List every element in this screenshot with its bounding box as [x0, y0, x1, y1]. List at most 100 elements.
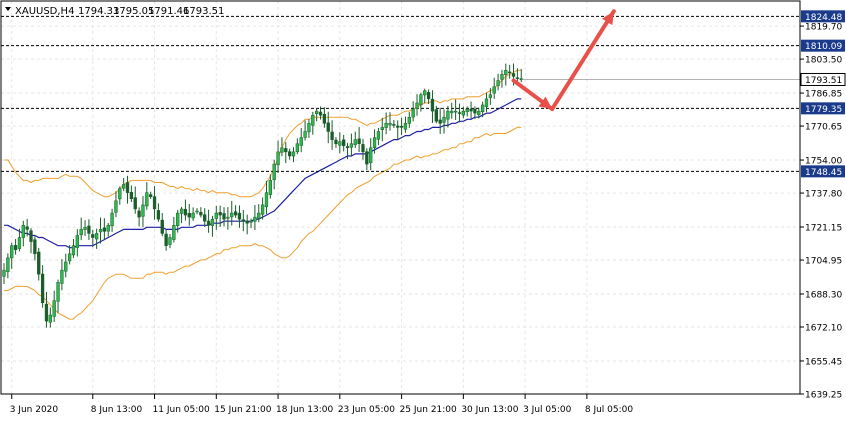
y-tick-label: 1737.80	[805, 190, 842, 200]
y-tick-label: 1688.30	[805, 290, 842, 300]
candle-body	[318, 111, 323, 116]
candle-body	[469, 108, 473, 112]
y-tick-label: 1754.00	[805, 157, 842, 167]
candle-body	[183, 208, 188, 216]
candle-body	[272, 163, 276, 181]
candle-body	[17, 237, 22, 249]
y-tick-label: 1803.50	[805, 56, 842, 66]
candle-body	[253, 216, 257, 222]
candle-body	[488, 94, 493, 98]
candle-body	[241, 219, 245, 222]
candle-body	[287, 151, 292, 157]
candle-body	[67, 253, 72, 262]
candle-body	[156, 210, 161, 220]
candle-body	[6, 257, 10, 272]
candle-body	[206, 220, 211, 226]
candle-body	[511, 73, 516, 77]
candle-body	[21, 225, 25, 238]
candle-body	[264, 192, 269, 208]
candle-body	[326, 122, 330, 132]
x-tick-label: 11 Jun 05:00	[153, 405, 210, 415]
x-tick-label: 15 Jun 21:00	[214, 405, 271, 415]
candle-body	[114, 200, 118, 213]
candle-body	[237, 212, 242, 220]
candle-body	[419, 94, 423, 105]
candle-body	[396, 125, 400, 128]
candle-body	[203, 214, 207, 222]
candle-body	[465, 108, 469, 113]
candle-body	[164, 233, 168, 246]
candle-body	[125, 182, 130, 193]
candle-body	[376, 131, 381, 140]
candle-body	[176, 212, 180, 226]
current-price-label: 1793.51	[805, 76, 842, 86]
candle-body	[122, 184, 126, 189]
candle-body	[349, 143, 354, 148]
candle-body	[149, 194, 153, 197]
candle-body	[430, 98, 435, 112]
candle-body	[291, 151, 296, 157]
x-tick-label: 8 Jul 05:00	[585, 405, 634, 415]
candle-body	[44, 303, 49, 322]
candle-body	[13, 245, 18, 250]
candle-body	[457, 112, 462, 114]
candle-body	[442, 116, 446, 123]
candle-body	[48, 314, 52, 323]
candle-body	[461, 110, 465, 116]
candle-body	[357, 138, 361, 144]
candle-body	[40, 273, 45, 304]
candle-body	[257, 212, 261, 219]
candle-body	[98, 229, 103, 233]
candle-body	[129, 192, 134, 200]
candle-body	[94, 233, 99, 240]
candle-body	[477, 110, 481, 116]
candle-body	[245, 220, 249, 224]
x-tick-label: 8 Jun 13:00	[91, 405, 143, 415]
candle-body	[71, 245, 76, 256]
candle-body	[372, 137, 377, 148]
price-chart: 1819.70 1803.50 1786.85 1770.65 1754.00 1737.…	[0, 0, 846, 419]
candle-body	[56, 282, 60, 302]
candle-body	[496, 80, 500, 86]
candle-body	[284, 148, 288, 153]
candle-body	[37, 251, 41, 275]
candle-body	[299, 137, 303, 146]
candle-body	[434, 109, 438, 122]
candle-body	[446, 110, 450, 120]
candle-body	[87, 225, 91, 234]
candle-body	[60, 269, 64, 284]
candle-body	[403, 123, 408, 130]
candle-body	[152, 196, 157, 210]
candle-body	[504, 70, 508, 75]
y-tick-label: 1704.95	[805, 257, 842, 267]
price-level-label: 1748.45	[805, 168, 842, 178]
candle-body	[388, 123, 392, 126]
candle-body	[179, 208, 184, 214]
candle-body	[83, 227, 87, 230]
candle-body	[137, 210, 141, 218]
y-tick-label: 1819.70	[805, 23, 842, 33]
ohlc-close: 1793.51	[183, 6, 224, 17]
y-tick-label: 1770.65	[805, 123, 842, 133]
candle-body	[199, 212, 203, 216]
candle-body	[160, 219, 164, 234]
candle-body	[210, 218, 215, 226]
price-level-label: 1779.35	[805, 105, 842, 115]
candle-body	[515, 77, 520, 79]
candle-body	[10, 245, 14, 259]
candle-body	[91, 234, 95, 238]
candle-body	[102, 227, 107, 232]
candle-body	[187, 213, 191, 218]
candle-body	[168, 237, 172, 245]
candle-body	[330, 131, 334, 140]
candle-body	[2, 269, 6, 277]
y-tick-label: 1786.85	[805, 90, 842, 100]
y-tick-label: 1672.10	[805, 324, 842, 334]
candle-body	[195, 210, 199, 213]
candle-body	[133, 197, 137, 210]
candle-body	[214, 212, 218, 219]
candle-body	[276, 151, 280, 166]
candle-body	[106, 225, 110, 232]
candle-body	[322, 113, 327, 124]
chart-container: 1819.70 1803.50 1786.85 1770.65 1754.00 1737.…	[0, 0, 846, 419]
